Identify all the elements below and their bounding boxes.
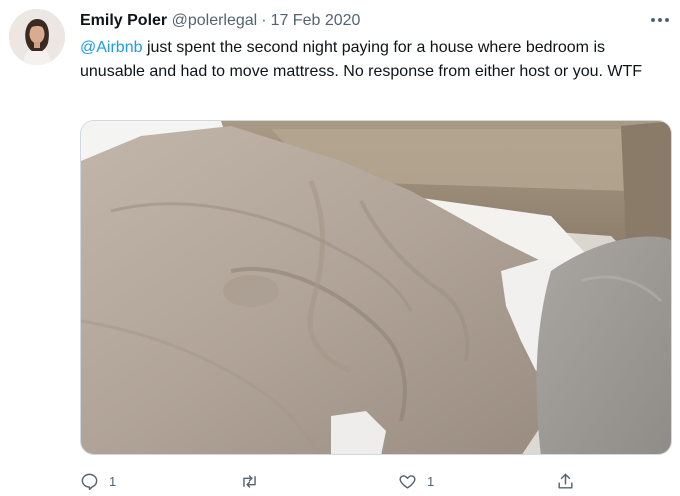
separator-dot: · — [261, 12, 267, 29]
share-button[interactable] — [556, 466, 575, 496]
retweet-icon — [243, 474, 256, 488]
tweet-date[interactable]: 17 Feb 2020 — [271, 12, 361, 29]
tweet-photo[interactable] — [80, 120, 672, 455]
tweet-card[interactable]: Emily Poler @polerlegal · 17 Feb 2020 @Air… — [0, 0, 680, 496]
author-handle[interactable]: @polerlegal — [172, 12, 258, 29]
retweet-button[interactable] — [240, 466, 269, 496]
mention-link[interactable]: @Airbnb — [80, 39, 143, 56]
tweet-text: @Airbnb just spent the second night payi… — [80, 36, 665, 84]
heart-icon — [399, 474, 416, 489]
more-options-button[interactable] — [648, 10, 672, 30]
avatar[interactable] — [9, 9, 65, 65]
author-name[interactable]: Emily Poler — [80, 12, 167, 29]
reply-button[interactable]: 1 — [80, 466, 116, 496]
tweet-header: Emily Poler @polerlegal · 17 Feb 2020 — [80, 11, 360, 31]
like-button[interactable]: 1 — [398, 466, 434, 496]
bed-with-blanket-photo — [81, 121, 671, 454]
more-horizontal-icon — [651, 18, 669, 22]
reply-count: 1 — [109, 473, 117, 489]
share-icon — [558, 473, 573, 489]
tweet-actions: 1 1 — [80, 466, 680, 496]
avatar-image — [9, 9, 65, 65]
like-count: 1 — [427, 473, 435, 489]
reply-icon — [81, 473, 98, 490]
tweet-body: just spent the second night paying for a… — [80, 39, 643, 80]
